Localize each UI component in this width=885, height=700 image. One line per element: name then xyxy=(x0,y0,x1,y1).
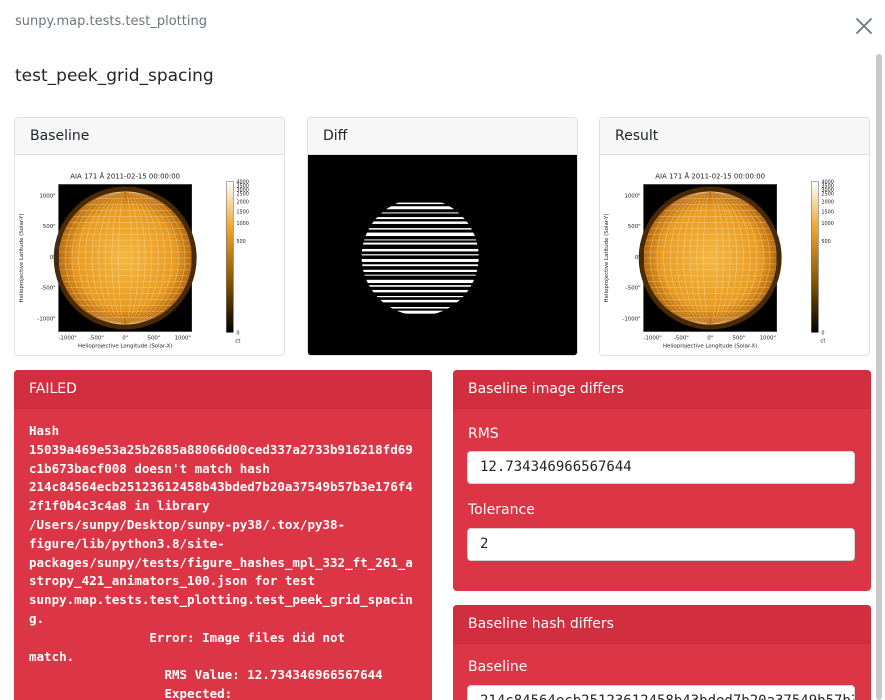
diff-stripe xyxy=(361,242,479,245)
diff-sun-plot xyxy=(308,155,577,355)
diff-stripe xyxy=(361,239,479,241)
colorbar-tick-label: 500 xyxy=(821,239,830,245)
diff-stripe xyxy=(361,264,479,267)
baseline-hash-field[interactable]: 214c84564ecb25123612458b43bded7b20a37549… xyxy=(467,685,855,700)
hash-differs-card: Baseline hash differs Baseline 214c84564… xyxy=(453,605,871,700)
colorbar-tick-label: 1000 xyxy=(236,221,249,227)
baseline-card-header: Baseline xyxy=(15,118,284,155)
baseline-image: AIA 171 Å 2011-02-15 00:00:00 1000" 500" 0"… xyxy=(15,155,284,355)
colorbar-tick-label: 2500 xyxy=(236,191,249,197)
test-title: test_peek_grid_spacing xyxy=(15,66,214,86)
failed-card: FAILED Hash 15039a469e53a25b2685a88066d0… xyxy=(14,370,432,700)
diff-image-card: Diff xyxy=(307,117,578,356)
y-tick-label: 1000" xyxy=(39,193,55,199)
y-tick-label: -500" xyxy=(41,286,56,292)
diff-stripe xyxy=(361,248,479,252)
y-tick-label: -1000" xyxy=(622,317,640,323)
rms-field[interactable]: 12.734346966567644 xyxy=(467,451,855,484)
diff-stripe xyxy=(361,274,479,276)
y-tick-label: 0" xyxy=(50,255,56,261)
result-card-header: Result xyxy=(600,118,869,155)
failed-card-header: FAILED xyxy=(14,370,432,409)
colorbar-tick-label: 2000 xyxy=(236,199,249,205)
colorbar xyxy=(226,181,234,333)
colorbar-unit: ct xyxy=(820,338,825,344)
colorbar-tick-label: 1500 xyxy=(236,209,249,215)
y-axis-label: Helioprojective Latitude (Solar-Y) xyxy=(604,214,610,303)
plot-title: AIA 171 Å 2011-02-15 00:00:00 xyxy=(655,172,765,181)
x-tick-label: 500" xyxy=(148,335,161,341)
tolerance-label: Tolerance xyxy=(468,502,535,518)
x-tick-label: -500" xyxy=(674,335,689,341)
colorbar-tick-label: 1000 xyxy=(821,221,834,227)
diff-stripe xyxy=(361,279,479,283)
y-tick-label: 500" xyxy=(43,224,56,230)
result-image: AIA 171 Å 2011-02-15 00:00:00 1000" 500" 0"… xyxy=(600,155,869,355)
colorbar-tick-label: 2500 xyxy=(821,191,834,197)
x-tick-label: -1000" xyxy=(58,335,76,341)
baseline-hash-label: Baseline xyxy=(468,659,528,675)
x-tick-label: -500" xyxy=(89,335,104,341)
colorbar-tick-label: 2000 xyxy=(821,199,834,205)
scrollbar[interactable] xyxy=(876,54,882,700)
tolerance-field[interactable]: 2 xyxy=(467,528,855,561)
colorbar xyxy=(811,181,819,333)
colorbar-tick-label: 500 xyxy=(236,239,245,245)
y-tick-label: -1000" xyxy=(37,317,55,323)
colorbar-tick-label: 1500 xyxy=(821,209,834,215)
colorbar-unit: ct xyxy=(235,338,240,344)
x-tick-label: 0" xyxy=(707,335,713,341)
baseline-sun-plot: AIA 171 Å 2011-02-15 00:00:00 1000" 500" 0"… xyxy=(19,172,249,350)
diff-stripe xyxy=(361,269,479,272)
diff-stripe xyxy=(361,254,479,256)
plot-title: AIA 171 Å 2011-02-15 00:00:00 xyxy=(70,172,180,181)
hash-differs-header: Baseline hash differs xyxy=(453,605,871,644)
x-tick-label: 0" xyxy=(122,335,128,341)
diff-card-header: Diff xyxy=(308,118,577,155)
x-axis-label: Helioprojective Longitude (Solar-X) xyxy=(78,343,172,349)
image-differs-card: Baseline image differs RMS 12.7343469665… xyxy=(453,370,871,591)
image-differs-header: Baseline image differs xyxy=(453,370,871,409)
x-tick-label: 1000" xyxy=(760,335,776,341)
close-button[interactable] xyxy=(852,14,876,38)
close-icon xyxy=(856,18,872,34)
y-tick-label: -500" xyxy=(626,286,641,292)
diff-image xyxy=(308,155,577,355)
x-tick-label: 500" xyxy=(733,335,746,341)
x-tick-label: -1000" xyxy=(643,335,661,341)
baseline-image-card: Baseline AIA 171 Å 2011-02-15 00:00:00 10… xyxy=(14,117,285,356)
x-axis-label: Helioprojective Longitude (Solar-X) xyxy=(663,343,757,349)
y-tick-label: 0" xyxy=(635,255,641,261)
colorbar-tick-label: 0 xyxy=(821,330,824,336)
y-axis-label: Helioprojective Latitude (Solar-Y) xyxy=(19,214,25,303)
rms-label: RMS xyxy=(468,426,499,442)
diff-stripe xyxy=(361,285,479,287)
colorbar-tick-label: 0 xyxy=(236,330,239,336)
result-image-card: Result AIA 171 Å 2011-02-15 00:00:00 1000… xyxy=(599,117,870,356)
diff-stripe xyxy=(361,258,479,262)
diff-stripe xyxy=(361,232,479,237)
x-tick-label: 1000" xyxy=(175,335,191,341)
y-tick-label: 500" xyxy=(628,224,641,230)
failure-message: Hash 15039a469e53a25b2685a88066d00ced337… xyxy=(29,423,413,700)
module-path: sunpy.map.tests.test_plotting xyxy=(15,14,207,29)
diff-stripe xyxy=(361,228,479,230)
result-sun-plot: AIA 171 Å 2011-02-15 00:00:00 1000" 500" 0"… xyxy=(604,172,834,350)
y-tick-label: 1000" xyxy=(624,193,640,199)
